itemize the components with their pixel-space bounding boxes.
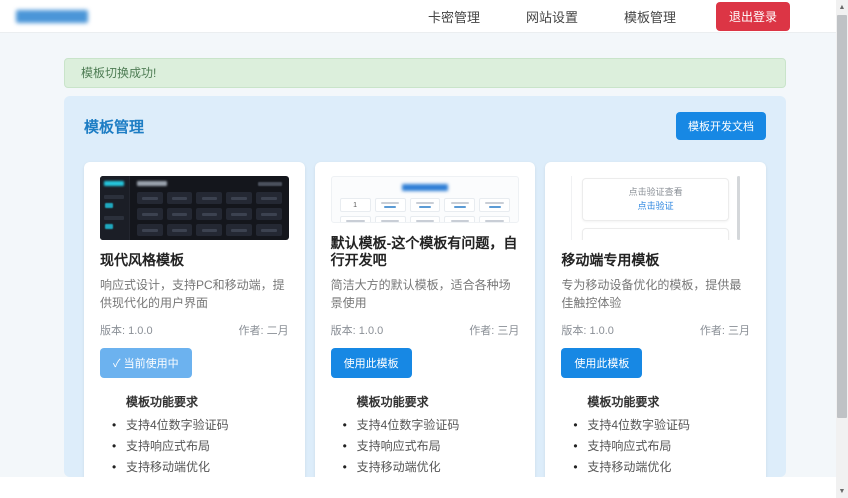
preview-grid-cell (374, 198, 406, 212)
nav-item-site-settings[interactable]: 网站设置 (526, 7, 578, 26)
preview-verify-label: 点击验证查看 (628, 187, 683, 197)
preview-grid-cell (196, 208, 223, 220)
template-title: 移动端专用模板 (561, 252, 660, 269)
preview-grid-cell (137, 208, 163, 220)
template-cards: 现代风格模板 响应式设计，支持PC和移动端，提供现代化的用户界面 版本: 1.0… (84, 162, 767, 477)
navbar: 卡密管理 网站设置 模板管理 退出登录 (0, 0, 848, 33)
template-author: 作者: 三月 (699, 325, 751, 337)
use-template-button[interactable]: 使用此模板 (561, 348, 643, 378)
template-meta: 版本: 1.0.0 作者: 三月 (331, 322, 520, 338)
preview-grid-cell (255, 192, 282, 204)
preview-grid-cell: 1 (339, 198, 371, 212)
template-title: 现代风格模板 (100, 252, 184, 269)
preview-logo (104, 181, 124, 186)
feature-item: 支持移动端优化 (561, 457, 750, 477)
preview-grid-cell (409, 216, 441, 222)
preview-grid-cell (374, 216, 406, 222)
preview-grid-cell (166, 192, 193, 204)
dark-preview-grid (137, 192, 282, 241)
logout-button[interactable]: 退出登录 (715, 1, 790, 31)
template-meta: 版本: 1.0.0 作者: 二月 (100, 322, 289, 338)
template-card-mobile: 点击验证查看 点击验证 561 点击验证查看 移动端专用 (545, 162, 767, 477)
feature-item: 支持4位数字验证码 (331, 415, 520, 436)
preview-code-value: 561 (587, 235, 724, 241)
template-version: 版本: 1.0.0 (330, 325, 384, 337)
feature-item: 支持4位数字验证码 (561, 415, 750, 436)
preview-grid-cell (137, 192, 163, 204)
template-description: 简洁大方的默认模板，适合各种场景使用 (330, 277, 511, 311)
preview-grid-cell (339, 216, 371, 222)
template-preview-image (100, 176, 289, 241)
preview-grid-cell (255, 208, 282, 220)
preview-sidebar (100, 176, 130, 241)
features-title: 模板功能要求 (126, 395, 199, 409)
nav-item-template-management[interactable]: 模板管理 (624, 7, 676, 26)
scrollbar[interactable]: ▲ ▼ (836, 0, 848, 498)
template-features: 模板功能要求 支持4位数字验证码 支持响应式布局 支持移动端优化 (100, 393, 289, 477)
success-alert: 模板切换成功! (64, 58, 786, 88)
preview-grid-cell (444, 216, 476, 222)
use-template-button[interactable]: 使用此模板 (330, 348, 412, 378)
template-version: 版本: 1.0.0 (100, 325, 153, 337)
feature-item: 支持4位数字验证码 (100, 415, 289, 436)
template-management-panel: 模板管理 模板开发文档 现代风格模板 响应式设计，支持PC和移动端，提供现代化的… (64, 96, 786, 477)
template-features: 模板功能要求 支持4位数字验证码 支持响应式布局 支持移动端优化 (331, 393, 520, 477)
template-description: 响应式设计，支持PC和移动端，提供现代化的用户界面 (100, 277, 285, 311)
preview-grid-cell (166, 224, 193, 236)
preview-grid-cell (196, 224, 223, 236)
preview-grid-cell (409, 198, 441, 212)
light-preview-grid: 1 (339, 198, 511, 222)
current-template-button[interactable]: ✓ 当前使用中 (100, 348, 192, 378)
preview-verify-link: 点击验证 (637, 201, 674, 212)
template-meta: 版本: 1.0.0 作者: 三月 (561, 322, 750, 338)
template-title: 默认模板-这个模板有问题，自行开发吧 (330, 234, 518, 269)
preview-grid-cell (255, 224, 282, 236)
feature-item: 支持响应式布局 (561, 436, 750, 457)
preview-grid-cell (196, 192, 223, 204)
features-title: 模板功能要求 (356, 395, 429, 409)
template-author: 作者: 二月 (238, 325, 289, 337)
app-logo (16, 9, 88, 23)
preview-grid-cell (226, 224, 252, 236)
scroll-up-icon[interactable]: ▲ (836, 0, 848, 14)
preview-grid-cell (479, 216, 511, 222)
preview-grid-cell (137, 224, 163, 236)
nav-item-card-management[interactable]: 卡密管理 (428, 7, 480, 26)
feature-item: 支持移动端优化 (100, 457, 289, 477)
feature-item: 支持响应式布局 (331, 436, 520, 457)
template-preview-image: 点击验证查看 点击验证 561 点击验证查看 (561, 176, 751, 241)
nav-menu: 卡密管理 网站设置 模板管理 退出登录 (382, 1, 790, 31)
preview-grid-cell (166, 208, 193, 220)
features-title: 模板功能要求 (587, 395, 660, 409)
preview-title (402, 184, 448, 191)
template-docs-button[interactable]: 模板开发文档 (676, 112, 766, 140)
preview-grid-cell (444, 198, 476, 212)
page-title: 模板管理 (84, 118, 145, 136)
preview-grid-cell (226, 192, 252, 204)
preview-grid-cell (226, 208, 252, 220)
template-preview-image: 1 (330, 176, 520, 223)
template-features: 模板功能要求 支持4位数字验证码 支持响应式布局 支持移动端优化 (561, 393, 750, 477)
feature-item: 支持移动端优化 (331, 457, 520, 477)
feature-item: 支持响应式布局 (100, 436, 289, 457)
page: 卡密管理 网站设置 模板管理 退出登录 模板切换成功! 模板管理 模板开发文档 (0, 0, 848, 498)
scroll-down-icon[interactable]: ▼ (836, 484, 848, 498)
template-card-modern: 现代风格模板 响应式设计，支持PC和移动端，提供现代化的用户界面 版本: 1.0… (84, 162, 305, 477)
preview-scrollbar (737, 176, 741, 240)
template-card-default: 1 默认模板-这个模板有问题，自行开发吧 简洁大方的默认模板，适合各种场景使用 … (314, 162, 536, 477)
template-version: 版本: 1.0.0 (561, 325, 614, 337)
template-author: 作者: 三月 (469, 325, 520, 337)
scrollbar-thumb[interactable] (837, 15, 847, 418)
main-content: 模板切换成功! 模板管理 模板开发文档 现代风格模板 响应式设计，支持PC和移动… (0, 33, 848, 477)
preview-grid-cell (479, 198, 511, 212)
template-description: 专为移动设备优化的模板，提供最佳触控体验 (561, 277, 742, 311)
panel-header: 模板管理 模板开发文档 (84, 112, 766, 140)
